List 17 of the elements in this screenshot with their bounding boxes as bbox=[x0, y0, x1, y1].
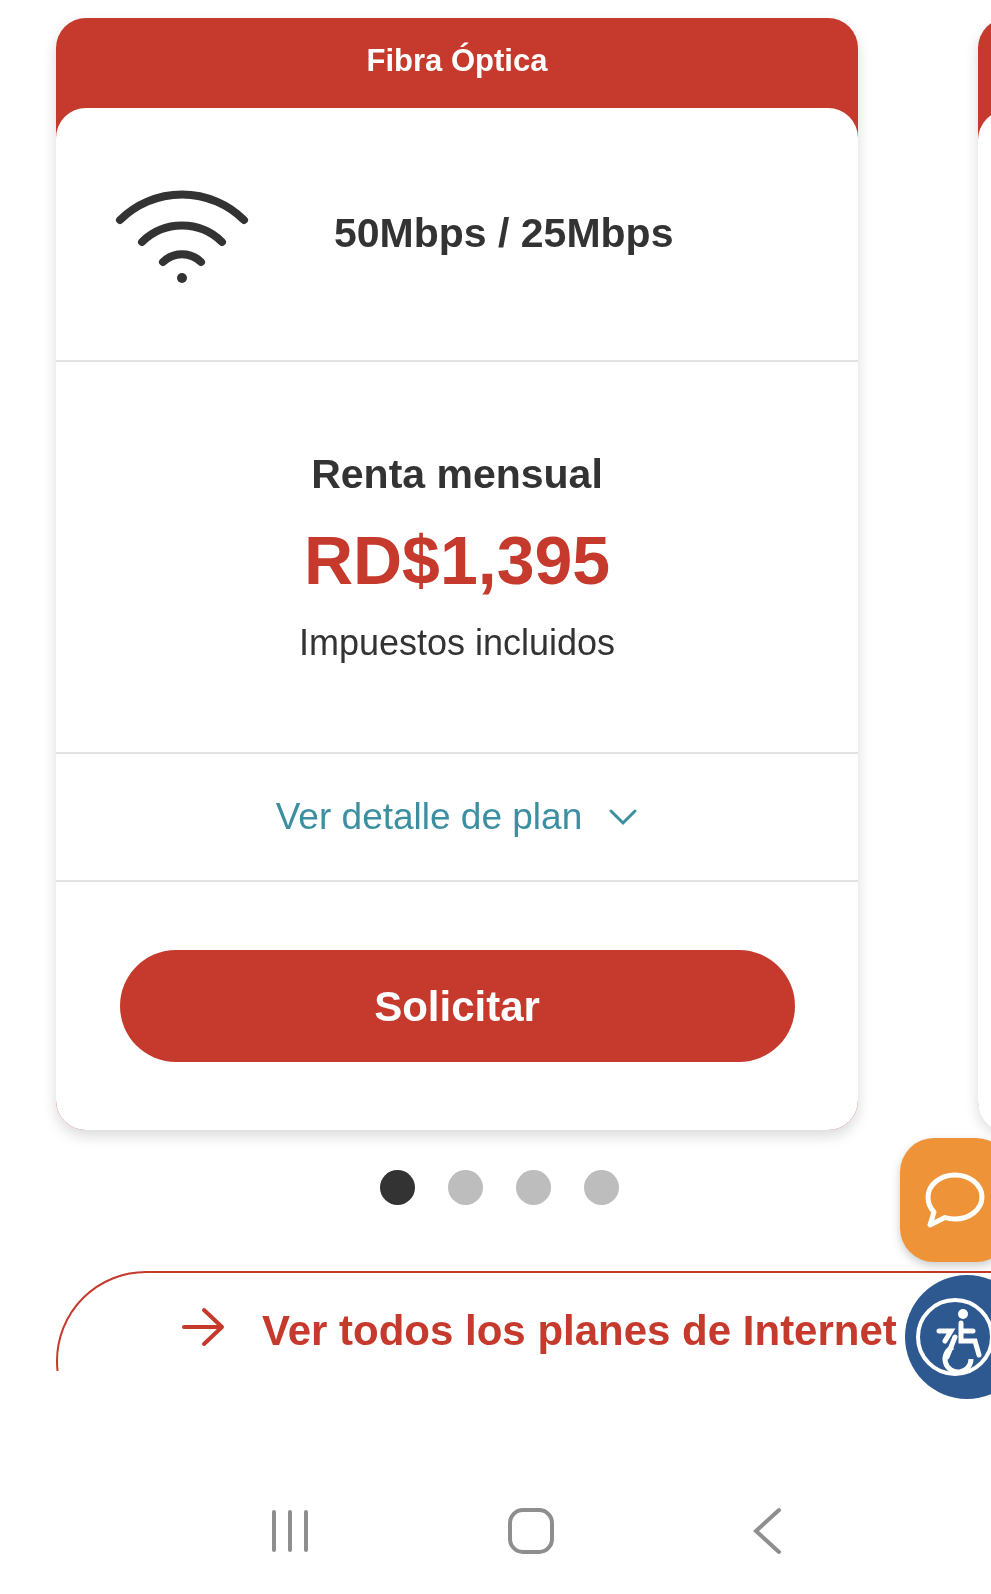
price-label: Renta mensual bbox=[311, 449, 603, 499]
arrow-right-icon bbox=[182, 1307, 226, 1347]
plan-details-toggle[interactable]: Ver detalle de plan bbox=[275, 789, 639, 845]
back-icon[interactable] bbox=[751, 1507, 784, 1555]
chat-button[interactable] bbox=[900, 1138, 991, 1262]
tax-note: Impuestos incluidos bbox=[298, 621, 616, 666]
home-icon[interactable] bbox=[507, 1507, 556, 1555]
chat-bubble-icon bbox=[924, 1171, 986, 1229]
carousel-dot[interactable] bbox=[380, 1170, 415, 1205]
price-text: RD$1,395 bbox=[303, 523, 611, 599]
speed-text: 50Mbps / 25Mbps bbox=[334, 209, 674, 259]
carousel-dot[interactable] bbox=[584, 1170, 619, 1205]
accessibility-icon bbox=[915, 1297, 991, 1377]
carousel-dot[interactable] bbox=[448, 1170, 483, 1205]
carousel-dot[interactable] bbox=[516, 1170, 551, 1205]
plan-type-title: Fibra Óptica bbox=[366, 41, 548, 80]
request-button[interactable]: Solicitar bbox=[119, 950, 795, 1062]
